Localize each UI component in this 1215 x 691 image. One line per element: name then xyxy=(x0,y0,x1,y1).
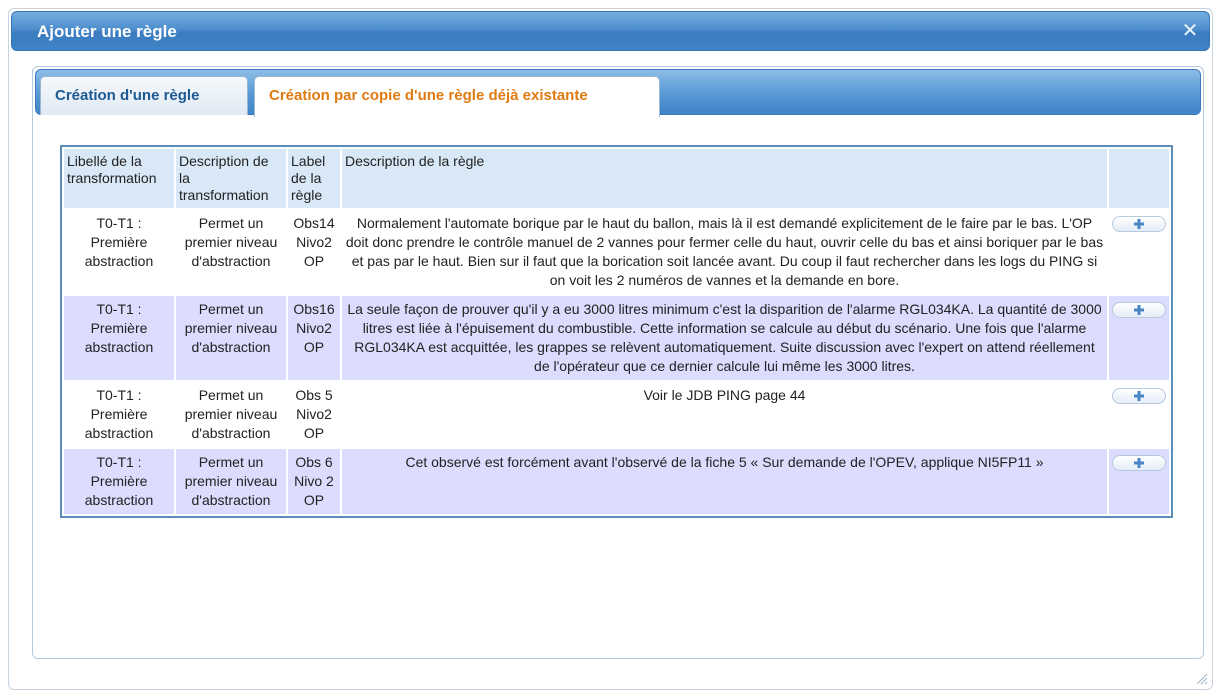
rules-table: Libellé de la transformation Description… xyxy=(62,147,1171,516)
cell-label-regle: Obs14 Nivo2 OP xyxy=(288,210,340,294)
cell-libelle: T0-T1 : Première abstraction xyxy=(64,296,174,380)
header-actions xyxy=(1109,149,1169,208)
table-row: T0-T1 : Première abstraction Permet un p… xyxy=(64,449,1169,514)
cell-label-regle: Obs 5 Nivo2 OP xyxy=(288,382,340,447)
plus-icon xyxy=(1134,391,1144,401)
cell-description-regle: Voir le JDB PING page 44 xyxy=(342,382,1107,447)
cell-libelle: T0-T1 : Première abstraction xyxy=(64,449,174,514)
cell-libelle: T0-T1 : Première abstraction xyxy=(64,382,174,447)
cell-label-regle: Obs16 Nivo2 OP xyxy=(288,296,340,380)
plus-icon xyxy=(1134,458,1144,468)
table-row: T0-T1 : Première abstraction Permet un p… xyxy=(64,296,1169,380)
header-libelle: Libellé de la transformation xyxy=(64,149,174,208)
dialog-title: Ajouter une règle xyxy=(37,22,177,41)
cell-description-transformation: Permet un premier niveau d'abstraction xyxy=(176,210,286,294)
header-description-regle: Description de la règle xyxy=(342,149,1107,208)
plus-icon xyxy=(1134,219,1144,229)
cell-libelle: T0-T1 : Première abstraction xyxy=(64,210,174,294)
close-icon[interactable]: ✕ xyxy=(1181,21,1199,41)
cell-description-transformation: Permet un premier niveau d'abstraction xyxy=(176,382,286,447)
cell-description-regle: La seule façon de prouver qu'il y a eu 3… xyxy=(342,296,1107,380)
table-row: T0-T1 : Première abstraction Permet un p… xyxy=(64,382,1169,447)
dialog-titlebar[interactable]: Ajouter une règle ✕ xyxy=(11,11,1210,51)
add-rule-button[interactable] xyxy=(1112,302,1166,318)
header-description-transformation: Description de la transformation xyxy=(176,149,286,208)
add-rule-button[interactable] xyxy=(1112,216,1166,232)
tab-create-rule[interactable]: Création d'une règle xyxy=(40,76,248,115)
rules-table-container: Libellé de la transformation Description… xyxy=(60,145,1173,518)
resize-grip-icon[interactable] xyxy=(1194,671,1208,685)
add-rule-dialog: Ajouter une règle ✕ Création d'une règle… xyxy=(8,8,1213,690)
tab-bar: Création d'une règle Création par copie … xyxy=(35,69,1201,117)
cell-description-regle: Normalement l'automate borique par le ha… xyxy=(342,210,1107,294)
cell-action xyxy=(1109,296,1169,380)
cell-action xyxy=(1109,449,1169,514)
tab-copy-existing-rule[interactable]: Création par copie d'une règle déjà exis… xyxy=(254,76,660,117)
add-rule-button[interactable] xyxy=(1112,388,1166,404)
cell-description-transformation: Permet un premier niveau d'abstraction xyxy=(176,449,286,514)
cell-label-regle: Obs 6 Nivo 2 OP xyxy=(288,449,340,514)
table-header-row: Libellé de la transformation Description… xyxy=(64,149,1169,208)
tabs-panel: Création d'une règle Création par copie … xyxy=(32,66,1204,659)
cell-description-transformation: Permet un premier niveau d'abstraction xyxy=(176,296,286,380)
header-label-regle: Label de la règle xyxy=(288,149,340,208)
cell-action xyxy=(1109,382,1169,447)
table-row: T0-T1 : Première abstraction Permet un p… xyxy=(64,210,1169,294)
add-rule-button[interactable] xyxy=(1112,455,1166,471)
plus-icon xyxy=(1134,305,1144,315)
cell-action xyxy=(1109,210,1169,294)
cell-description-regle: Cet observé est forcément avant l'observ… xyxy=(342,449,1107,514)
